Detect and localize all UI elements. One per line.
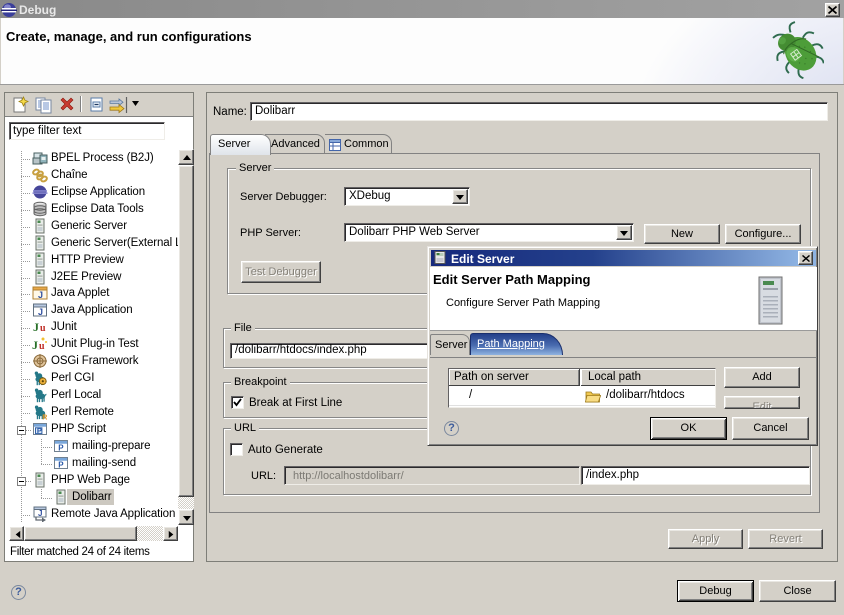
svg-text:P: P (37, 426, 42, 435)
svg-text:P: P (58, 443, 64, 452)
svg-text:u: u (40, 323, 46, 334)
svg-text:J: J (32, 338, 38, 352)
svg-text:P: P (58, 460, 64, 469)
svg-text:J: J (38, 290, 43, 300)
svg-text:J: J (38, 307, 43, 317)
svg-text:J: J (33, 320, 39, 334)
svg-text:J: J (38, 509, 42, 518)
svg-text:R: R (42, 414, 47, 420)
svg-text:u: u (39, 341, 45, 352)
